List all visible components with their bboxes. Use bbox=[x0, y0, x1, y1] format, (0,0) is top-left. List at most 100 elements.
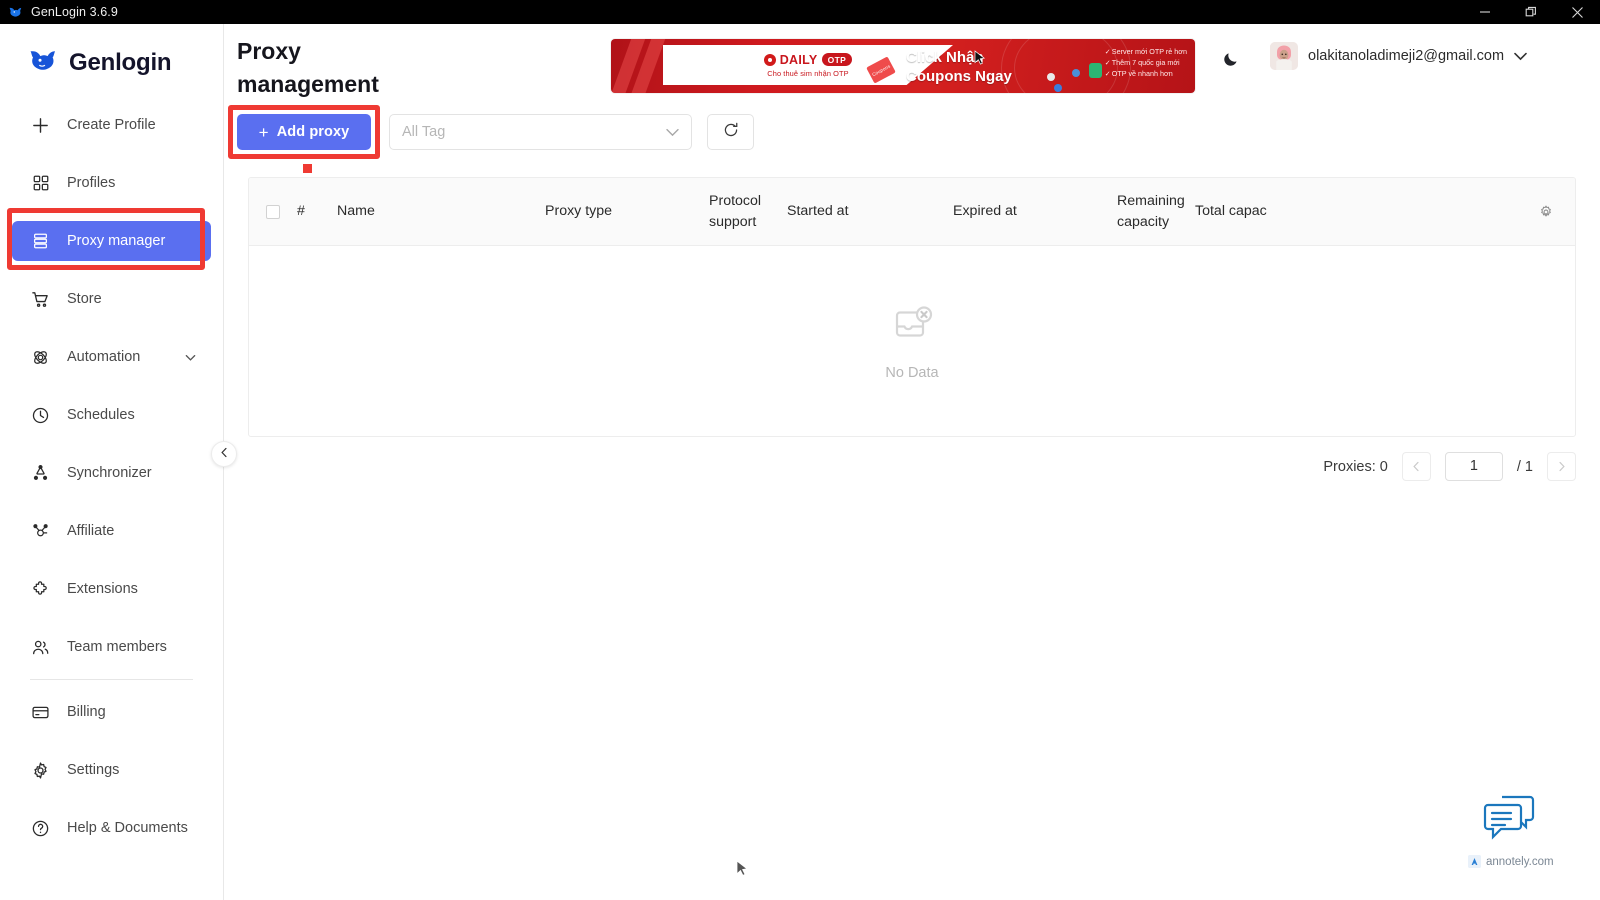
plus-icon bbox=[30, 115, 51, 136]
sidebar-item-label: Help & Documents bbox=[67, 820, 188, 836]
grid-icon bbox=[30, 173, 51, 194]
select-all-checkbox[interactable] bbox=[266, 204, 280, 219]
page-header: Proxy management DAILY OTP Cho thuê sim … bbox=[224, 24, 1600, 97]
sidebar-item-help-documents[interactable]: Help & Documents bbox=[12, 808, 211, 848]
sidebar-item-affiliate[interactable]: Affiliate bbox=[12, 511, 211, 551]
pagination-next-button[interactable] bbox=[1547, 452, 1576, 481]
sidebar-item-label: Billing bbox=[67, 704, 106, 720]
sidebar: Genlogin Create Profile Profiles Proxy m… bbox=[0, 24, 224, 900]
sidebar-item-label: Automation bbox=[67, 349, 141, 365]
tag-filter-select[interactable]: All Tag bbox=[389, 114, 692, 150]
proxies-count-label: Proxies: 0 bbox=[1323, 458, 1388, 475]
banner-subtitle: Cho thuê sim nhận OTP bbox=[767, 68, 849, 78]
clock-icon bbox=[30, 405, 51, 426]
sidebar-item-label: Schedules bbox=[67, 407, 135, 423]
banner-bullet: ✓Server mới OTP rẻ hơn bbox=[1104, 47, 1187, 56]
table-column-expired-at[interactable]: Expired at bbox=[953, 201, 1117, 222]
no-data-inbox-icon bbox=[888, 301, 936, 354]
puzzle-icon bbox=[30, 579, 51, 600]
sidebar-item-label: Store bbox=[67, 291, 102, 307]
table-column-started-at[interactable]: Started at bbox=[787, 201, 953, 222]
sidebar-item-billing[interactable]: Billing bbox=[12, 692, 211, 732]
table-column-protocol-support[interactable]: Protocol support bbox=[709, 191, 787, 233]
sidebar-item-automation[interactable]: Automation bbox=[12, 337, 211, 377]
wolf-logo-icon bbox=[30, 46, 58, 79]
title-bar-left: GenLogin 3.6.9 bbox=[0, 5, 118, 19]
cart-icon bbox=[30, 289, 51, 310]
question-circle-icon bbox=[30, 818, 51, 839]
plus-icon: + bbox=[258, 122, 269, 142]
sidebar-item-store[interactable]: Store bbox=[12, 279, 211, 319]
sidebar-item-create-profile[interactable]: Create Profile bbox=[12, 105, 211, 145]
promo-banner[interactable]: DAILY OTP Cho thuê sim nhận OTP Coupons … bbox=[611, 39, 1195, 93]
sidebar-item-label: Synchronizer bbox=[67, 465, 152, 481]
banner-bullet: ✓OTP về nhanh hơn bbox=[1104, 69, 1173, 79]
sidebar-item-schedules[interactable]: Schedules bbox=[12, 395, 211, 435]
affiliate-icon bbox=[30, 521, 51, 542]
sidebar-collapse-button[interactable] bbox=[211, 441, 237, 467]
sidebar-divider bbox=[30, 679, 193, 680]
sidebar-item-label: Proxy manager bbox=[67, 233, 166, 249]
app-window: GenLogin 3.6.9 Genlogin Create Profile P… bbox=[0, 0, 1600, 900]
chat-support-button[interactable] bbox=[1480, 790, 1540, 844]
proxy-table: # Name Proxy type Protocol support Start… bbox=[248, 177, 1576, 437]
user-email: olakitanoladimeji2@gmail.com bbox=[1308, 48, 1505, 64]
atom-icon bbox=[30, 347, 51, 368]
sidebar-nav: Create Profile Profiles Proxy manager St… bbox=[0, 93, 223, 848]
user-avatar bbox=[1270, 42, 1298, 70]
caret-down-icon[interactable] bbox=[1514, 52, 1527, 61]
table-settings-gear-icon[interactable] bbox=[1538, 204, 1554, 220]
no-data-label: No Data bbox=[885, 365, 939, 381]
add-proxy-button[interactable]: + Add proxy bbox=[237, 114, 371, 150]
title-bar: GenLogin 3.6.9 bbox=[0, 0, 1600, 24]
sidebar-item-team-members[interactable]: Team members bbox=[12, 627, 211, 667]
table-column-remaining-capacity[interactable]: Remaining capacity bbox=[1117, 191, 1195, 233]
moon-icon bbox=[1222, 50, 1240, 73]
sidebar-item-settings[interactable]: Settings bbox=[12, 750, 211, 790]
annotation-resize-handle[interactable] bbox=[303, 164, 312, 173]
sidebar-item-label: Team members bbox=[67, 639, 167, 655]
banner-dot-decor bbox=[1072, 69, 1080, 77]
sync-icon bbox=[30, 463, 51, 484]
chevron-left-icon bbox=[219, 445, 230, 463]
pagination: Proxies: 0 1 / 1 bbox=[1323, 452, 1576, 481]
sidebar-item-label: Create Profile bbox=[67, 117, 156, 133]
chevron-down-icon[interactable] bbox=[184, 351, 197, 364]
banner-brand-row: DAILY OTP bbox=[763, 52, 853, 67]
brand-name: Genlogin bbox=[69, 48, 172, 76]
minimize-icon[interactable] bbox=[1462, 0, 1508, 24]
table-column-name[interactable]: Name bbox=[337, 201, 545, 222]
annotely-watermark: annotely.com bbox=[1468, 855, 1554, 868]
banner-brand: DAILY bbox=[779, 52, 818, 67]
sidebar-item-profiles[interactable]: Profiles bbox=[12, 163, 211, 203]
window-title: GenLogin 3.6.9 bbox=[31, 5, 118, 19]
banner-badge-decor bbox=[1089, 63, 1102, 78]
pagination-page-input[interactable]: 1 bbox=[1444, 452, 1503, 481]
banner-cta: Click Nhận Coupons Ngay bbox=[906, 48, 1012, 86]
sidebar-item-synchronizer[interactable]: Synchronizer bbox=[12, 453, 211, 493]
refresh-button[interactable] bbox=[707, 114, 754, 150]
banner-bullets: ✓Server mới OTP rẻ hơn ✓Thêm 7 quốc gia … bbox=[1105, 46, 1187, 80]
mouse-cursor bbox=[736, 860, 749, 883]
table-column-index[interactable]: # bbox=[297, 201, 337, 222]
table-column-proxy-type[interactable]: Proxy type bbox=[545, 201, 709, 222]
sidebar-item-proxy-manager[interactable]: Proxy manager bbox=[12, 221, 211, 261]
tag-filter-placeholder: All Tag bbox=[402, 124, 446, 140]
table-empty-body: No Data bbox=[249, 246, 1575, 436]
close-icon[interactable] bbox=[1554, 0, 1600, 24]
sidebar-item-label: Extensions bbox=[67, 581, 138, 597]
user-menu[interactable]: olakitanoladimeji2@gmail.com bbox=[1270, 42, 1527, 70]
add-proxy-label: Add proxy bbox=[276, 124, 350, 140]
dark-mode-toggle[interactable] bbox=[1218, 48, 1244, 74]
table-column-total-capacity[interactable]: Total capac bbox=[1195, 201, 1345, 222]
sidebar-item-extensions[interactable]: Extensions bbox=[12, 569, 211, 609]
server-icon bbox=[30, 231, 51, 252]
pagination-total-pages: / 1 bbox=[1516, 458, 1533, 475]
banner-brand-badge: OTP bbox=[821, 53, 853, 66]
wolf-logo-icon bbox=[9, 5, 23, 19]
users-icon bbox=[30, 637, 51, 658]
chat-bubbles-icon bbox=[1480, 795, 1540, 848]
restore-icon[interactable] bbox=[1508, 0, 1554, 24]
pagination-prev-button[interactable] bbox=[1401, 452, 1431, 481]
annotely-logo-icon bbox=[1468, 855, 1481, 868]
